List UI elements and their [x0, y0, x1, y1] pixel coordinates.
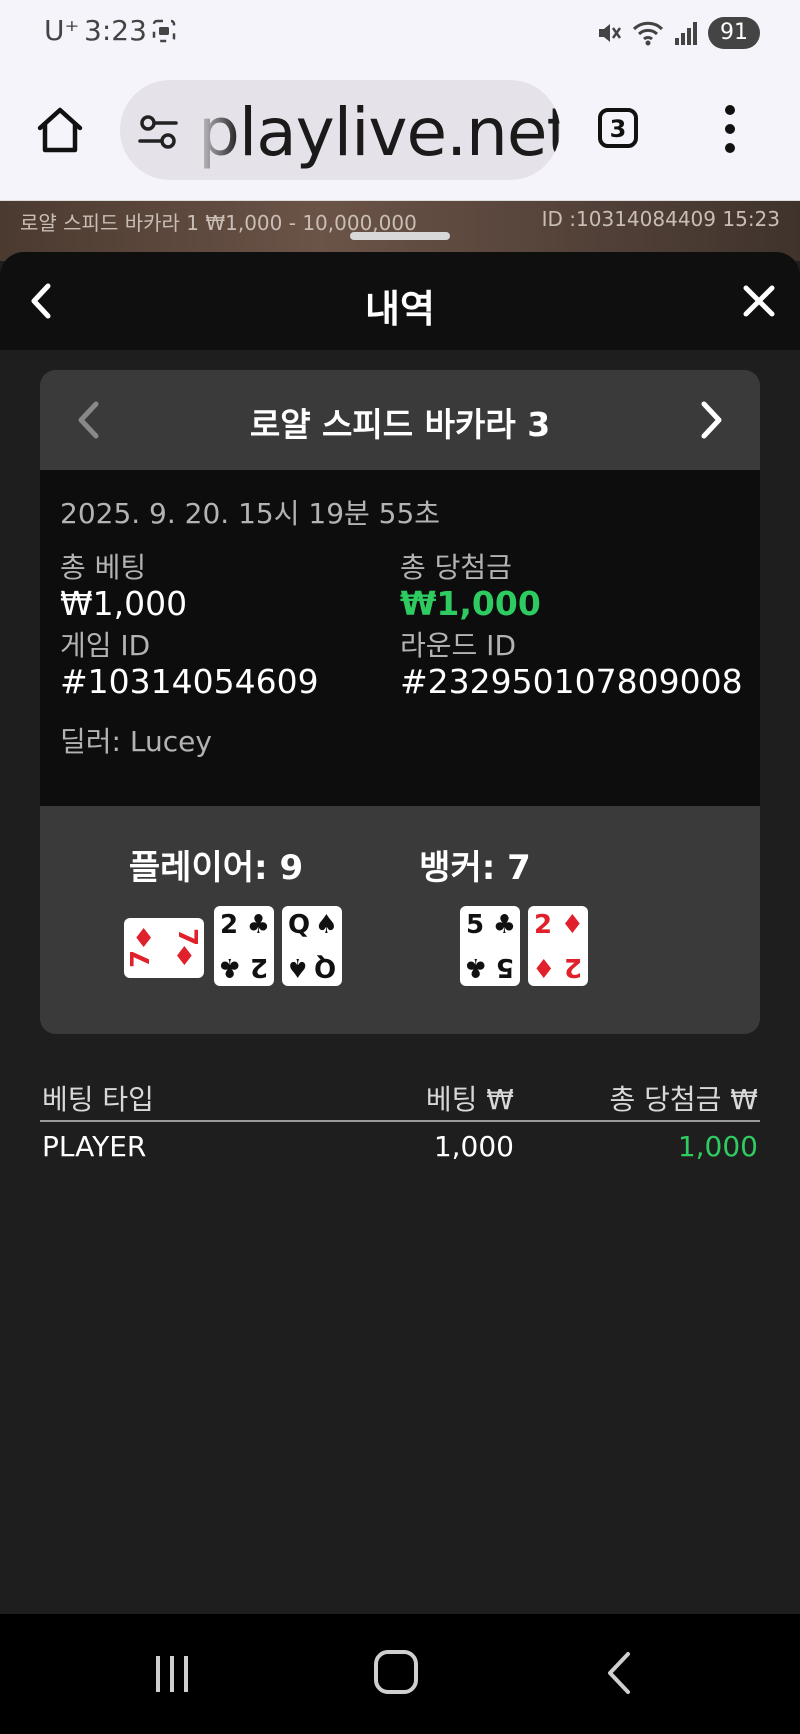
- close-icon[interactable]: [742, 284, 776, 318]
- round-info: 2025. 9. 20. 15시 19분 55초 총 베팅 ₩1,000 총 당…: [40, 470, 760, 806]
- card-suit: ♣: [246, 910, 270, 940]
- dealer-name: 딜러: Lucey: [60, 725, 212, 758]
- card-suit: ♠: [314, 910, 338, 940]
- total-win-label: 총 당첨금: [400, 551, 512, 584]
- card-suit-mirror: ♦: [172, 942, 196, 972]
- back-button-icon[interactable]: [604, 1650, 634, 1696]
- home-button-icon[interactable]: [374, 1650, 418, 1694]
- tab-switcher-button[interactable]: 3: [598, 108, 638, 148]
- status-bar: U⁺ 3:23 91: [0, 0, 800, 66]
- sheet-header: 내역: [0, 252, 800, 350]
- table-header: 베팅 타입 베팅 ₩ 총 당첨금 ₩: [40, 1070, 760, 1122]
- bet-amount-cell: 1,000: [433, 1130, 514, 1163]
- playing-card: Q ♠ ♠ Q: [282, 906, 342, 986]
- browser-toolbar: playlive.net 3: [0, 66, 800, 201]
- playing-card: 2 ♦ ♦ 2: [528, 906, 588, 986]
- playing-card: 5 ♣ ♣ 5: [460, 906, 520, 986]
- mute-icon: [599, 24, 622, 42]
- card-suit: ♣: [492, 910, 516, 940]
- round-nav: 로얄 스피드 바카라 3: [40, 370, 760, 470]
- total-bet-value: ₩1,000: [60, 584, 188, 623]
- column-header-bet-type: 베팅 타입: [42, 1083, 154, 1116]
- playing-card: 2 ♣ ♣ 2: [214, 906, 274, 986]
- playing-card: ♦ 7 7 ♦: [124, 918, 204, 978]
- url-fade: [180, 80, 240, 180]
- site-settings-icon[interactable]: [138, 114, 178, 150]
- card-rank: 2: [534, 910, 553, 940]
- card-suit: ♦: [132, 924, 156, 954]
- win-amount-cell: 1,000: [677, 1130, 758, 1163]
- screenshot-icon: [152, 19, 176, 43]
- battery-indicator: 91: [708, 17, 760, 49]
- table-row: PLAYER 1,000 1,000: [40, 1122, 760, 1172]
- player-score: 플레이어: 9: [128, 848, 304, 888]
- card-rank: 5: [466, 910, 485, 940]
- bet-type-cell: PLAYER: [42, 1130, 147, 1163]
- card-rank-mirror: 2: [563, 952, 582, 982]
- column-header-win: 총 당첨금 ₩: [609, 1083, 758, 1116]
- card-suit-mirror: ♦: [532, 952, 556, 982]
- card-rank-mirror: 7: [126, 949, 157, 969]
- round-datetime: 2025. 9. 20. 15시 19분 55초: [60, 497, 441, 530]
- game-id-time-text: ID :10314084409 15:23: [541, 207, 780, 231]
- round-id-value: #232950107809008: [400, 662, 743, 701]
- round-detail-card: 로얄 스피드 바카라 3 2025. 9. 20. 15시 19분 55초 총 …: [40, 370, 760, 1034]
- address-bar[interactable]: playlive.net: [120, 80, 560, 180]
- card-rank-mirror: 2: [249, 952, 268, 982]
- recent-apps-icon[interactable]: [152, 1654, 192, 1694]
- round-result: 플레이어: 9 뱅커: 7 ♦ 7 7 ♦ 2 ♣ ♣ 2 Q ♠ ♠ Q 5 …: [40, 806, 760, 1034]
- more-menu-icon[interactable]: [722, 104, 738, 154]
- card-suit-mirror: ♣: [464, 952, 488, 982]
- sheet-drag-handle[interactable]: [350, 232, 450, 240]
- sheet-title: 내역: [365, 287, 435, 331]
- game-id-label: 게임 ID: [60, 629, 151, 662]
- clock: 3:23: [84, 14, 147, 47]
- total-bet-label: 총 베팅: [60, 551, 147, 584]
- card-rank: Q: [288, 910, 311, 940]
- card-suit-mirror: ♠: [286, 952, 310, 982]
- bets-table: 베팅 타입 베팅 ₩ 총 당첨금 ₩ PLAYER 1,000 1,000: [40, 1070, 760, 1172]
- table-name: 로얄 스피드 바카라 3: [249, 405, 551, 444]
- card-rank-mirror: Q: [313, 952, 336, 982]
- card-suit: ♦: [560, 910, 584, 940]
- card-rank: 2: [220, 910, 239, 940]
- next-round-icon[interactable]: [700, 400, 724, 440]
- history-sheet: 내역 로얄 스피드 바카라 3 2025. 9. 20. 15시 19분 55초…: [0, 252, 800, 1614]
- total-win-value: ₩1,000: [400, 584, 541, 623]
- round-id-label: 라운드 ID: [400, 629, 516, 662]
- column-header-bet: 베팅 ₩: [425, 1083, 514, 1116]
- wifi-icon: [632, 21, 664, 46]
- card-rank-mirror: 5: [495, 952, 514, 982]
- banker-score: 뱅커: 7: [419, 848, 531, 888]
- system-nav-bar: [0, 1614, 800, 1734]
- card-suit-mirror: ♣: [218, 952, 242, 982]
- game-id-value: #10314054609: [60, 662, 319, 701]
- home-icon[interactable]: [34, 104, 86, 156]
- url-text[interactable]: playlive.net: [198, 94, 560, 171]
- carrier-label: U⁺: [44, 14, 80, 47]
- signal-icon: [675, 22, 697, 45]
